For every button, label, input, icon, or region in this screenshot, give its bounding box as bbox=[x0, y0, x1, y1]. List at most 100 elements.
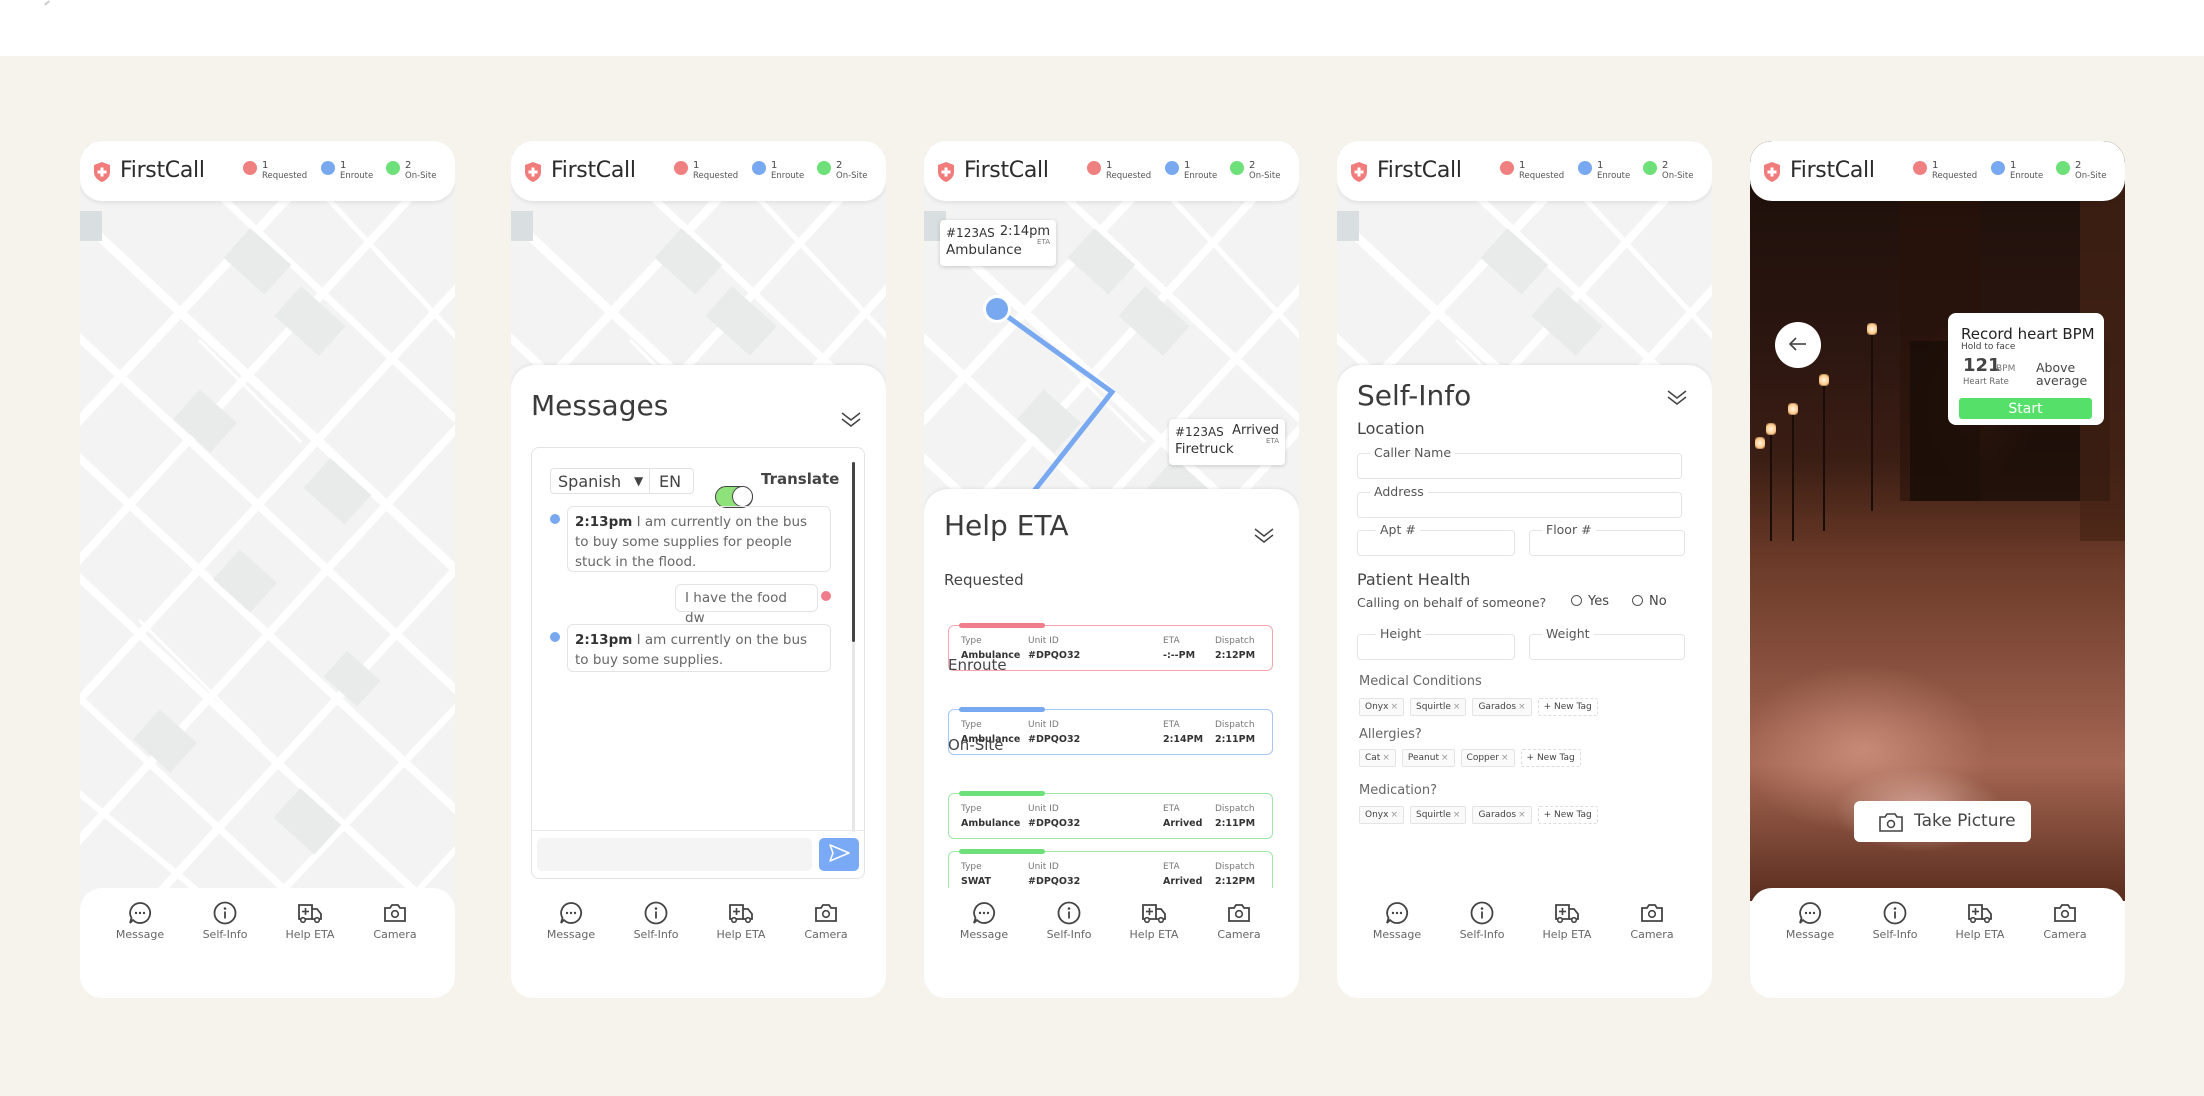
remove-tag-icon[interactable]: × bbox=[1518, 810, 1526, 820]
tag-chip[interactable]: Squirtle × bbox=[1410, 806, 1467, 824]
message-bubble: 2:13pm I am currently on the bus to buy … bbox=[567, 506, 831, 572]
ambulance-icon bbox=[298, 904, 322, 924]
unit-id: #DPQO32 bbox=[1028, 876, 1081, 887]
unit-type: SWAT bbox=[961, 876, 991, 887]
unit-card[interactable]: Type Unit ID ETA Dispatch Ambulance #DPQ… bbox=[948, 791, 1273, 839]
toggle-knob bbox=[732, 486, 753, 507]
nav-camera[interactable]: Camera bbox=[791, 900, 861, 941]
unit-id: #123AS bbox=[1175, 425, 1224, 439]
nav-help-eta[interactable]: Help ETA bbox=[1532, 900, 1602, 941]
nav-self-info[interactable]: Self-Info bbox=[1860, 900, 1930, 941]
tag-label: Squirtle bbox=[1416, 702, 1451, 712]
nav-help-eta[interactable]: Help ETA bbox=[1119, 900, 1189, 941]
nav-label: Camera bbox=[373, 928, 417, 941]
apt-field[interactable]: Apt # bbox=[1357, 522, 1515, 556]
map[interactable] bbox=[80, 141, 455, 998]
translate-label: Translate bbox=[761, 470, 840, 488]
tag-chip[interactable]: Squirtle × bbox=[1410, 698, 1467, 716]
radio-label: Yes bbox=[1588, 594, 1609, 609]
status-count: 1 bbox=[262, 160, 269, 171]
collapse-chevron-icon[interactable] bbox=[1666, 389, 1688, 407]
nav-message[interactable]: Message bbox=[949, 900, 1019, 941]
scrollbar-thumb[interactable] bbox=[852, 462, 855, 642]
take-picture-button[interactable]: Take Picture bbox=[1854, 801, 2031, 842]
new-tag-button[interactable]: + New Tag bbox=[1537, 698, 1598, 716]
nav-self-info[interactable]: Self-Info bbox=[1034, 900, 1104, 941]
tag-chip[interactable]: Copper × bbox=[1460, 749, 1515, 767]
nav-camera[interactable]: Camera bbox=[1204, 900, 1274, 941]
collapse-chevron-icon[interactable] bbox=[840, 411, 862, 429]
floor-field[interactable]: Floor # bbox=[1529, 522, 1685, 556]
shield-logo-icon bbox=[938, 162, 954, 182]
remove-tag-icon[interactable]: × bbox=[1518, 702, 1526, 712]
collapse-chevron-icon[interactable] bbox=[1253, 527, 1275, 545]
nav-camera[interactable]: Camera bbox=[360, 900, 430, 941]
address-field[interactable]: Address bbox=[1357, 484, 1682, 518]
eta-caption: ETA bbox=[1266, 437, 1279, 445]
col-type: Type bbox=[961, 862, 982, 872]
status-label: Requested bbox=[1932, 171, 1978, 181]
message-bubble: 2:13pm I am currently on the bus to buy … bbox=[567, 624, 831, 672]
nav-message[interactable]: Message bbox=[1775, 900, 1845, 941]
nav-self-info[interactable]: Self-Info bbox=[621, 900, 691, 941]
remove-tag-icon[interactable]: × bbox=[1441, 753, 1449, 763]
nav-help-eta[interactable]: Help ETA bbox=[706, 900, 776, 941]
map-bubble-ambulance[interactable]: #123AS 2:14pm ETA Ambulance bbox=[940, 220, 1056, 266]
tag-chip[interactable]: Garados × bbox=[1472, 806, 1532, 824]
unit-id: #123AS bbox=[946, 226, 995, 240]
shield-logo-icon bbox=[1351, 162, 1367, 182]
nav-self-info[interactable]: Self-Info bbox=[190, 900, 260, 941]
height-field[interactable]: Height bbox=[1357, 626, 1515, 660]
nav-help-eta[interactable]: Help ETA bbox=[1945, 900, 2015, 941]
nav-camera[interactable]: Camera bbox=[1617, 900, 1687, 941]
screen-camera: PAUL FirstCall 1 Requested 1 Enroute 2 O… bbox=[1750, 141, 2125, 998]
tag-chip[interactable]: Cat × bbox=[1359, 749, 1396, 767]
radio-yes[interactable]: Yes bbox=[1571, 594, 1609, 609]
tag-chip[interactable]: Onyx × bbox=[1359, 806, 1404, 824]
col-type: Type bbox=[961, 720, 982, 730]
send-button[interactable] bbox=[819, 838, 859, 871]
status-label: On-Site bbox=[836, 171, 868, 181]
map-bubble-firetruck[interactable]: #123AS Arrived ETA Firetruck bbox=[1169, 419, 1285, 465]
nav-message[interactable]: Message bbox=[536, 900, 606, 941]
tag-chip[interactable]: Garados × bbox=[1472, 698, 1532, 716]
unit-eta: Arrived bbox=[1163, 876, 1203, 887]
status-label: Requested bbox=[1106, 171, 1152, 181]
nav-self-info[interactable]: Self-Info bbox=[1447, 900, 1517, 941]
green-dot-icon bbox=[1643, 161, 1657, 175]
translate-toggle[interactable] bbox=[715, 486, 753, 508]
radio-no[interactable]: No bbox=[1632, 594, 1667, 609]
remove-tag-icon[interactable]: × bbox=[1453, 702, 1461, 712]
back-button[interactable] bbox=[1775, 322, 1821, 368]
caller-name-field[interactable]: Caller Name bbox=[1357, 445, 1682, 479]
nav-label: Self-Info bbox=[1459, 928, 1505, 941]
nav-label: Help ETA bbox=[1129, 928, 1179, 941]
remove-tag-icon[interactable]: × bbox=[1390, 702, 1398, 712]
language-select[interactable]: Spanish ▼ EN bbox=[550, 468, 694, 494]
camera-viewfinder[interactable]: PAUL bbox=[1750, 141, 2125, 901]
remove-tag-icon[interactable]: × bbox=[1390, 810, 1398, 820]
new-tag-button[interactable]: + New Tag bbox=[1537, 806, 1598, 824]
allergies-label: Allergies? bbox=[1359, 727, 1422, 742]
new-tag-button[interactable]: + New Tag bbox=[1520, 749, 1581, 767]
caller-dot-icon bbox=[550, 514, 560, 524]
weight-field[interactable]: Weight bbox=[1529, 626, 1685, 660]
unit-dispatch: 2:11PM bbox=[1215, 734, 1256, 745]
unit-dispatch: 2:12PM bbox=[1215, 876, 1256, 887]
nav-message[interactable]: Message bbox=[1362, 900, 1432, 941]
nav-camera[interactable]: Camera bbox=[2030, 900, 2100, 941]
start-button[interactable]: Start bbox=[1959, 398, 2092, 419]
tag-chip[interactable]: Peanut × bbox=[1401, 749, 1455, 767]
message-input[interactable] bbox=[537, 838, 812, 871]
status-count: 1 bbox=[1106, 160, 1113, 171]
chat-panel: Spanish ▼ EN Translate 2:13pm I am curre… bbox=[531, 447, 865, 879]
nav-help-eta[interactable]: Help ETA bbox=[275, 900, 345, 941]
remove-tag-icon[interactable]: × bbox=[1501, 753, 1509, 763]
dispatcher-dot-icon bbox=[821, 591, 831, 601]
target-language[interactable]: EN bbox=[659, 472, 681, 491]
remove-tag-icon[interactable]: × bbox=[1382, 753, 1390, 763]
cursor-mark bbox=[44, 0, 50, 6]
nav-message[interactable]: Message bbox=[105, 900, 175, 941]
tag-chip[interactable]: Onyx × bbox=[1359, 698, 1404, 716]
remove-tag-icon[interactable]: × bbox=[1453, 810, 1461, 820]
